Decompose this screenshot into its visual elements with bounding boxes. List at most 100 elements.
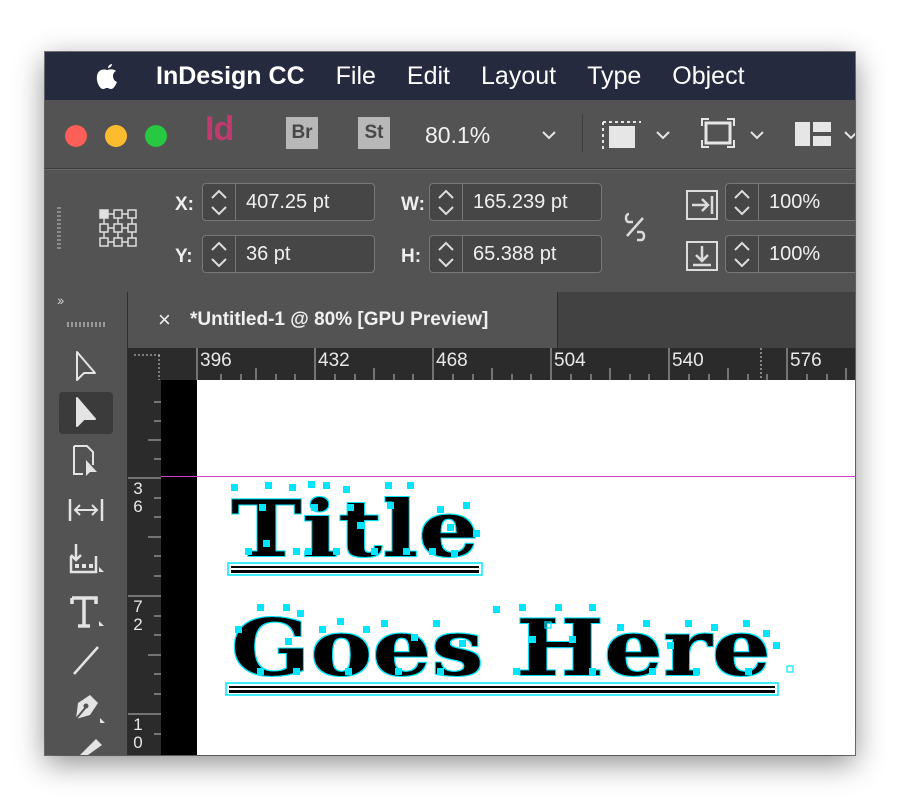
y-value[interactable]: 36 pt	[236, 243, 290, 266]
scale-y-field[interactable]: 100%	[725, 235, 855, 273]
line-tool-icon	[73, 646, 99, 675]
ruler-origin[interactable]	[128, 348, 161, 380]
constrain-proportions-link-icon[interactable]	[621, 210, 649, 244]
zoom-window-button[interactable]	[145, 125, 167, 147]
underline-1b	[231, 570, 479, 573]
gap-tool[interactable]	[59, 489, 113, 531]
x-position-field[interactable]: 407.25 pt	[202, 183, 375, 221]
x-stepper[interactable]	[203, 184, 236, 220]
height-field[interactable]: 65.388 pt	[429, 235, 602, 273]
menu-file[interactable]: File	[336, 62, 376, 91]
pencil-tool-icon	[80, 739, 102, 755]
view-options-icon[interactable]	[701, 118, 735, 148]
screen-mode-chevron-icon[interactable]	[655, 129, 671, 141]
menu-layout[interactable]: Layout	[481, 62, 556, 91]
menu-app-name[interactable]: InDesign CC	[156, 62, 305, 91]
pencil-tool[interactable]	[59, 734, 113, 755]
ruler-label-72-a: 7	[133, 597, 143, 616]
scale-y-icon	[686, 241, 718, 271]
selection-tool[interactable]	[59, 346, 113, 388]
ruler-label-108-a: 1	[133, 715, 143, 734]
width-field[interactable]: 165.239 pt	[429, 183, 602, 221]
vertical-ruler-ticks	[128, 401, 161, 735]
gap-tool-icon	[68, 499, 104, 521]
stepper-arrows-icon	[211, 189, 227, 216]
close-window-button[interactable]	[65, 125, 87, 147]
h-value[interactable]: 65.388 pt	[463, 243, 556, 266]
ruler-origin-crosshair-icon	[134, 354, 161, 380]
stepper-arrows-icon	[734, 241, 750, 268]
stepper-arrows-icon	[211, 241, 227, 268]
x-label: X:	[175, 194, 194, 215]
control-panel-grip[interactable]	[57, 207, 61, 251]
scale-x-stepper[interactable]	[726, 184, 759, 220]
zoom-dropdown-chevron-icon[interactable]	[541, 129, 557, 141]
horizontal-ruler-ticks	[196, 348, 847, 380]
document-tab[interactable]: × *Untitled-1 @ 80% [GPU Preview]	[128, 292, 558, 348]
pasteboard[interactable]	[161, 380, 197, 755]
zoom-level-field[interactable]: 80.1%	[425, 122, 490, 149]
scale-x-field[interactable]: 100%	[725, 183, 855, 221]
anchor-point-hollow[interactable]	[786, 665, 794, 673]
ruler-label-36-a: 3	[133, 479, 143, 498]
w-label: W:	[401, 194, 425, 215]
direct-selection-arrow-icon	[76, 397, 96, 427]
mac-menu-bar: InDesign CC File Edit Layout Type Object	[45, 52, 855, 100]
w-value[interactable]: 165.239 pt	[463, 191, 568, 214]
stepper-arrows-icon	[438, 241, 454, 268]
stepper-arrows-icon	[734, 189, 750, 216]
ruler-label-468: 468	[436, 350, 468, 371]
y-stepper[interactable]	[203, 236, 236, 272]
menu-edit[interactable]: Edit	[407, 62, 450, 91]
underline-2a	[229, 686, 775, 688]
arrange-documents-icon[interactable]	[795, 122, 831, 146]
ruler-label-504: 504	[554, 350, 586, 371]
tab-close-icon[interactable]: ×	[158, 307, 180, 333]
selection-arrow-icon	[76, 351, 96, 381]
view-options-chevron-icon[interactable]	[749, 129, 765, 141]
x-value[interactable]: 407.25 pt	[236, 191, 329, 214]
tools-panel-grip[interactable]	[67, 322, 105, 327]
underline-2b	[229, 690, 775, 693]
tools-collapse-button[interactable]: ››	[57, 292, 64, 308]
content-collector-tool[interactable]	[59, 537, 113, 579]
scale-x-value[interactable]: 100%	[759, 191, 820, 214]
content-collector-icon	[69, 544, 104, 574]
bridge-button[interactable]: Br	[286, 117, 318, 149]
indesign-logo: Id	[205, 110, 234, 148]
horizontal-ruler[interactable]: 396 432 468 504 540 576	[161, 348, 855, 380]
adobe-stock-button[interactable]: St	[358, 117, 390, 149]
pen-tool-icon	[75, 695, 105, 723]
ruler-label-72-b: 2	[133, 615, 143, 634]
minimize-window-button[interactable]	[105, 125, 127, 147]
scale-y-stepper[interactable]	[726, 236, 759, 272]
ruler-label-576: 576	[790, 350, 822, 371]
ruler-label-36-b: 6	[133, 497, 143, 516]
pen-tool[interactable]	[59, 688, 113, 730]
document-tab-title[interactable]: *Untitled-1 @ 80% [GPU Preview]	[190, 309, 488, 331]
scale-y-value[interactable]: 100%	[759, 243, 820, 266]
menu-type[interactable]: Type	[587, 62, 641, 91]
page-tool[interactable]	[59, 440, 113, 482]
selected-outlined-text[interactable]: Title Goes Here	[197, 380, 855, 755]
w-stepper[interactable]	[430, 184, 463, 220]
y-label: Y:	[175, 246, 193, 267]
line-tool[interactable]	[59, 639, 113, 681]
title-line-1[interactable]: Title	[231, 484, 479, 575]
title-line-2[interactable]: Goes Here	[231, 603, 771, 694]
ruler-label-432: 432	[318, 350, 350, 371]
reference-point-icon[interactable]	[99, 209, 139, 247]
arrange-documents-chevron-icon[interactable]	[843, 129, 855, 141]
y-position-field[interactable]: 36 pt	[202, 235, 375, 273]
menu-object[interactable]: Object	[672, 62, 744, 91]
direct-selection-tool[interactable]	[59, 392, 113, 434]
screen-mode-icon[interactable]	[601, 116, 643, 150]
h-label: H:	[401, 246, 422, 267]
ruler-label-396: 396	[200, 350, 232, 371]
underline-1a	[231, 566, 479, 568]
vertical-ruler[interactable]: 3 6 7 2 1 0	[128, 380, 161, 755]
apple-icon[interactable]	[87, 61, 127, 91]
appbar-divider	[582, 114, 583, 152]
type-tool[interactable]	[59, 591, 113, 633]
h-stepper[interactable]	[430, 236, 463, 272]
